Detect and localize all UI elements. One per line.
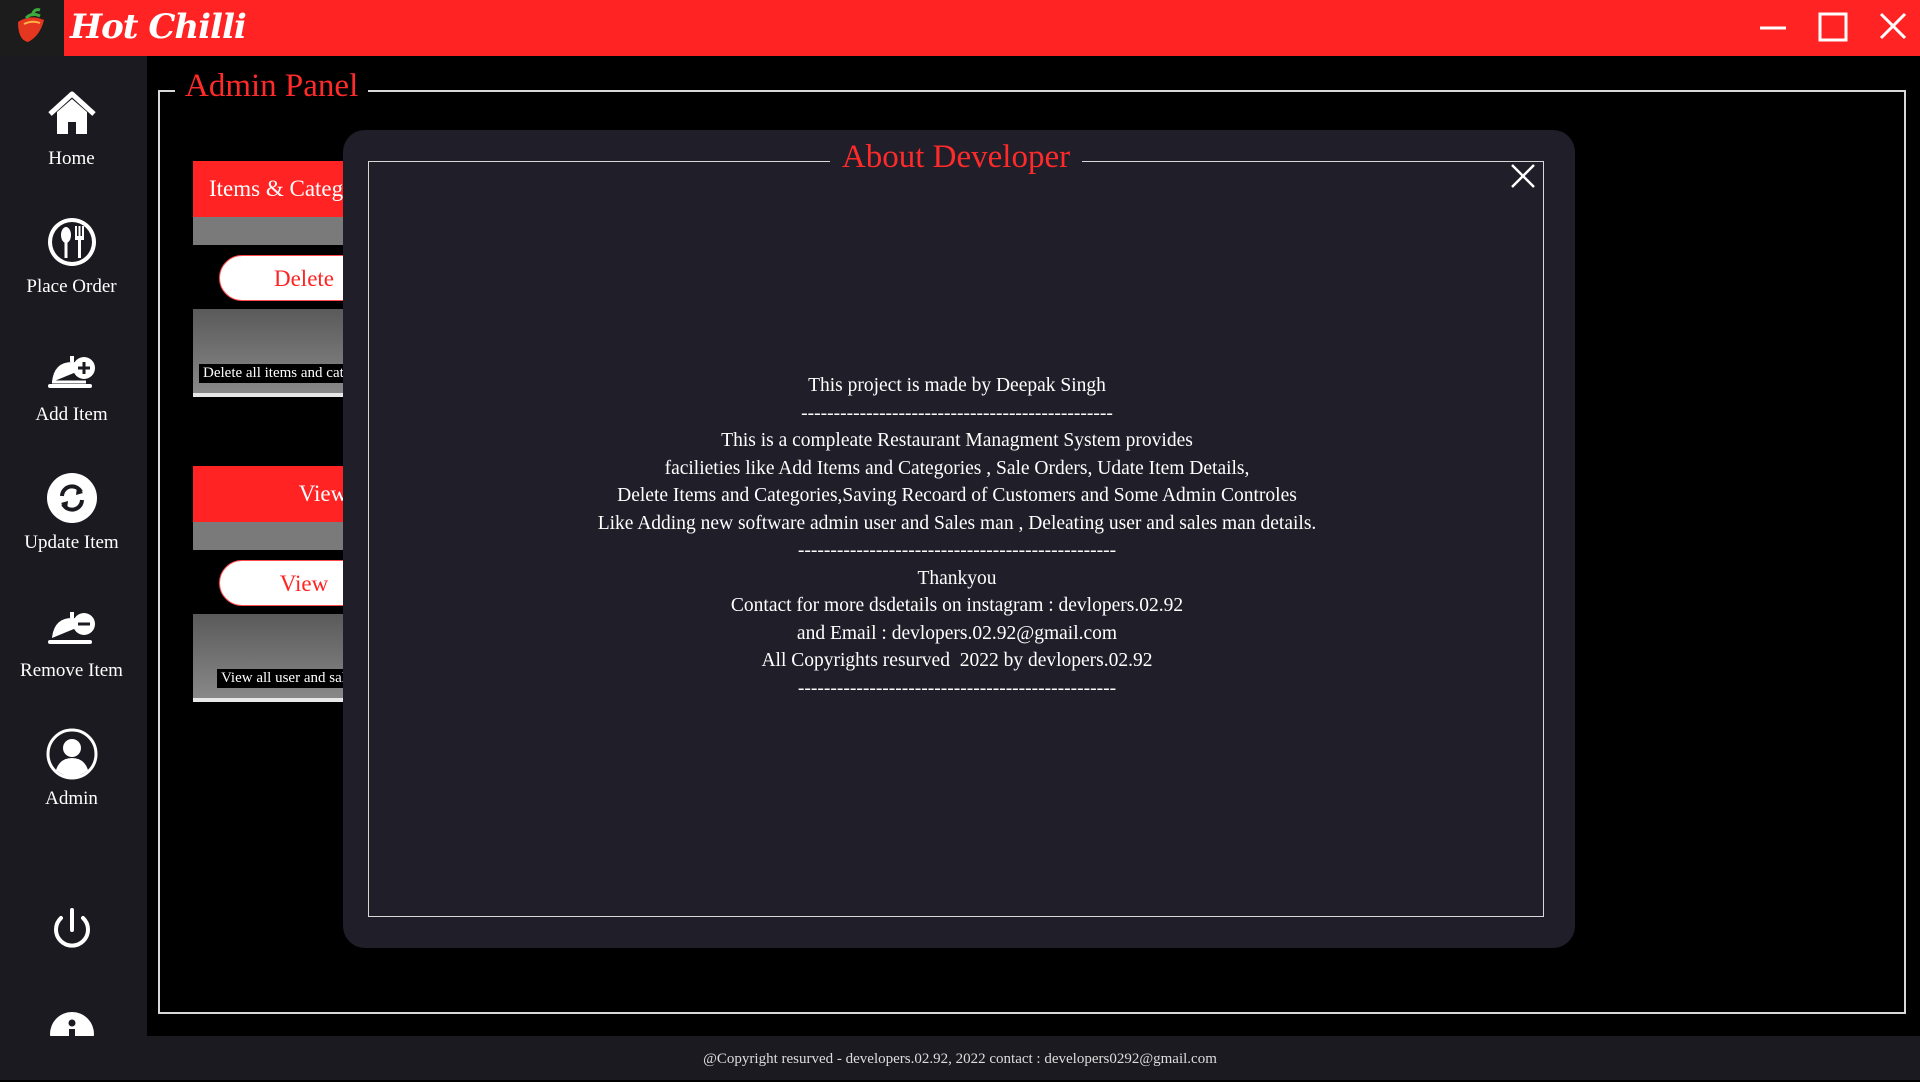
logo-box (0, 0, 64, 56)
about-line: Contact for more dsdetails on instagram … (730, 595, 1184, 616)
sidebar-item-update-item[interactable]: Update Item (0, 472, 147, 592)
about-developer-dialog: About Developer This project is made by … (343, 130, 1575, 948)
refresh-icon (47, 473, 97, 523)
dialog-frame: About Developer This project is made by … (368, 139, 1545, 917)
about-line: This is a compleate Restaurant Managment… (721, 430, 1193, 451)
user-icon (46, 728, 98, 780)
about-separator: ----------------------------------------… (797, 540, 1117, 561)
close-icon (1879, 12, 1907, 40)
sidebar-item-add-item[interactable]: Add Item (0, 344, 147, 464)
dialog-title-text: About Developer (829, 139, 1083, 175)
title-bar: Hot Chilli (0, 0, 1920, 56)
about-separator: ----------------------------------------… (797, 677, 1117, 699)
home-icon (48, 91, 96, 134)
window-close-button[interactable] (1872, 8, 1914, 48)
sidebar-item-home[interactable]: Home (0, 88, 147, 208)
sidebar-item-label: Home (48, 148, 95, 169)
sidebar-item-label: Remove Item (20, 660, 123, 681)
sidebar-item-label: Admin (45, 788, 98, 809)
about-line: facilieties like Add Items and Categorie… (664, 457, 1250, 479)
sidebar-item-place-order[interactable]: Place Order (0, 216, 147, 336)
about-separator: ----------------------------------------… (801, 402, 1113, 424)
sidebar-item-label: Place Order (26, 276, 117, 297)
about-line: Thankyou (917, 567, 997, 589)
about-line: Like Adding new software admin user and … (597, 512, 1317, 534)
chilli-logo-icon (18, 8, 44, 42)
minimize-icon (1760, 26, 1786, 30)
maximize-button[interactable] (1812, 8, 1854, 48)
fork-spoon-icon (48, 218, 96, 266)
about-line: Delete Items and Categories,Saving Recoa… (617, 485, 1297, 506)
about-line: This project is made by Deepak Singh (808, 375, 1106, 396)
app-title: Hot Chilli (70, 7, 247, 47)
sidebar: Home Place Order Add Item Update Item Re… (0, 56, 147, 1080)
page-title: Admin Panel (175, 64, 369, 108)
about-line: and Email : devlopers.02.92@gmail.com (796, 622, 1118, 644)
sidebar-item-admin[interactable]: Admin (0, 728, 147, 848)
maximize-icon (1818, 12, 1848, 42)
power-icon[interactable] (46, 904, 98, 956)
close-icon[interactable] (1508, 161, 1538, 191)
minimize-button[interactable] (1752, 8, 1794, 48)
sidebar-item-label: Update Item (24, 532, 119, 553)
about-line: All Copyrights resurved 2022 by devloper… (761, 650, 1153, 671)
cloche-plus-icon (48, 356, 95, 388)
sidebar-item-label: Add Item (35, 404, 108, 425)
app-window: Hot Chilli Home Place Order Add Item Upd… (0, 0, 1920, 1080)
about-text: This project is made by Deepak Singh ---… (369, 372, 1545, 702)
cloche-minus-icon (48, 612, 95, 644)
dialog-title: About Developer (369, 135, 1543, 179)
sidebar-item-remove-item[interactable]: Remove Item (0, 600, 147, 720)
footer-copyright: @Copyright resurved - developers.02.92, … (0, 1036, 1920, 1080)
